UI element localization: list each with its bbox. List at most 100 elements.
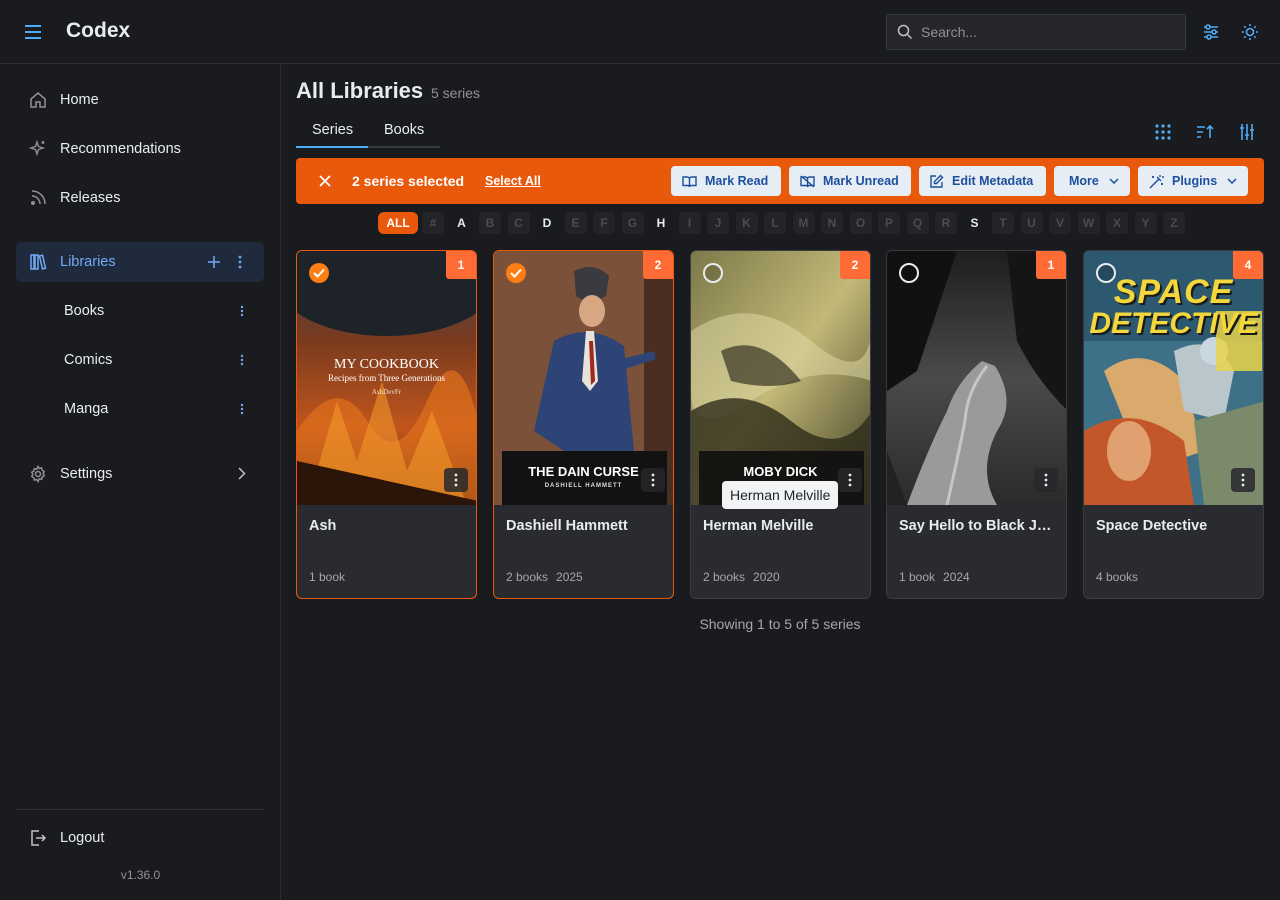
app-title: Codex — [66, 19, 131, 42]
tooltip: Herman Melville — [722, 481, 839, 509]
mark-read-button[interactable]: Mark Read — [671, 166, 781, 196]
home-icon — [28, 90, 48, 110]
series-book-count: 2 books — [506, 570, 549, 584]
alpha-filter-d[interactable]: D — [536, 212, 558, 234]
series-card-dashiell-hammett[interactable]: THE DAIN CURSE DASHIELL HAMMETT 2 Dashie… — [493, 250, 674, 599]
card-menu-icon[interactable] — [444, 468, 468, 492]
sidebar-item-label: Recommendations — [60, 141, 181, 157]
sidebar-item-recommendations[interactable]: Recommendations — [16, 129, 264, 169]
series-title[interactable]: Dashiell Hammett — [506, 518, 663, 534]
series-title[interactable]: Say Hello to Black Jack — [899, 518, 1056, 534]
menu-icon[interactable] — [22, 22, 44, 42]
sidebar-divider — [16, 809, 264, 810]
tab-books[interactable]: Books — [384, 122, 424, 138]
alpha-filter-v: V — [1049, 212, 1071, 234]
alpha-filter-e: E — [564, 212, 587, 234]
series-title[interactable]: Ash — [309, 518, 466, 534]
sidebar-library-books[interactable]: Books — [16, 291, 264, 331]
plugins-label: Plugins — [1172, 174, 1218, 188]
library-menu-icon[interactable] — [234, 399, 250, 419]
alpha-filter-l: L — [764, 212, 786, 234]
alpha-filter-g: G — [621, 212, 644, 234]
sidebar-item-label: Releases — [60, 190, 121, 206]
plugins-button[interactable]: Plugins — [1138, 166, 1248, 196]
selected-check-icon[interactable] — [309, 263, 329, 283]
sort-icon[interactable] — [1194, 121, 1216, 143]
cover-subtitle: Recipes from Three Generations — [327, 373, 446, 383]
page-title: All Libraries — [296, 78, 424, 103]
chevron-down-icon — [1109, 178, 1119, 184]
logout-label: Logout — [60, 830, 105, 846]
app-version: v1.36.0 — [120, 868, 161, 882]
more-button[interactable]: More — [1054, 166, 1130, 196]
gear-icon — [28, 464, 48, 484]
cover-title-line-2: DETECTIVE — [1089, 307, 1258, 340]
series-book-count: 1 book — [309, 570, 346, 584]
libraries-icon — [28, 252, 48, 272]
grid-view-icon[interactable] — [1152, 121, 1174, 143]
series-title[interactable]: Space Detective — [1096, 518, 1253, 534]
alpha-filter-f: F — [593, 212, 615, 234]
sidebar-item-settings[interactable]: Settings — [16, 454, 264, 494]
edit-metadata-button[interactable]: Edit Metadata — [919, 166, 1046, 196]
book-count-badge: 1 — [1036, 251, 1066, 279]
card-menu-icon[interactable] — [1231, 468, 1255, 492]
add-library-icon[interactable] — [206, 254, 222, 270]
filter-sliders-icon[interactable] — [1199, 20, 1223, 44]
mark-unread-label: Mark Unread — [823, 174, 899, 188]
libraries-menu-icon[interactable] — [232, 252, 248, 272]
chevron-down-icon — [1227, 178, 1237, 184]
alpha-filter-s[interactable]: S — [964, 212, 986, 234]
alpha-filter-a[interactable]: A — [451, 212, 473, 234]
more-label: More — [1069, 174, 1099, 188]
card-menu-icon[interactable] — [838, 468, 862, 492]
series-card-herman-melville[interactable]: MOBY DICK 2 Herman Melville 2 books 2020 — [690, 250, 871, 599]
library-menu-icon[interactable] — [234, 350, 250, 370]
logout-button[interactable]: Logout — [16, 818, 264, 858]
sidebar-library-manga[interactable]: Manga — [16, 389, 264, 429]
book-open-icon — [682, 175, 697, 187]
alpha-filter-all[interactable]: ALL — [378, 212, 418, 234]
unselected-check-icon[interactable] — [1096, 263, 1116, 283]
search-input[interactable] — [921, 24, 1161, 40]
alpha-filter-t: T — [992, 212, 1014, 234]
series-title[interactable]: Herman Melville — [703, 518, 860, 534]
series-card-space-detective[interactable]: SPACE DETECTIVE 4 Space Detective 4 book… — [1083, 250, 1264, 599]
pagination-summary: Showing 1 to 5 of 5 series — [699, 616, 861, 632]
card-menu-icon[interactable] — [641, 468, 665, 492]
sidebar-item-releases[interactable]: Releases — [16, 178, 264, 218]
mark-unread-button[interactable]: Mark Unread — [789, 166, 911, 196]
sidebar-item-home[interactable]: Home — [16, 80, 264, 120]
selected-check-icon[interactable] — [506, 263, 526, 283]
alpha-filter-r: R — [935, 212, 957, 234]
series-card-say-hello-to-black-jack[interactable]: 1 Say Hello to Black Jack 1 book 2024 — [886, 250, 1067, 599]
sparkles-icon — [28, 139, 48, 159]
card-menu-icon[interactable] — [1034, 468, 1058, 492]
alpha-filter-hash: # — [422, 212, 444, 234]
tab-series[interactable]: Series — [312, 122, 353, 138]
series-year: 2024 — [943, 570, 970, 584]
alpha-filter-w: W — [1077, 212, 1100, 234]
select-all-link[interactable]: Select All — [485, 174, 541, 188]
sun-icon[interactable] — [1238, 20, 1262, 44]
search-icon — [897, 24, 913, 40]
magic-wand-icon — [1149, 174, 1164, 188]
series-card-ash[interactable]: MY COOKBOOK Recipes from Three Generatio… — [296, 250, 477, 599]
unselected-check-icon[interactable] — [703, 263, 723, 283]
close-icon[interactable] — [316, 172, 334, 190]
series-meta: 4 books — [1096, 570, 1138, 584]
sidebar-item-label: Comics — [64, 352, 113, 368]
alpha-filter-y: Y — [1134, 212, 1157, 234]
search-box[interactable] — [886, 14, 1186, 50]
alpha-filter-h[interactable]: H — [650, 212, 672, 234]
unselected-check-icon[interactable] — [899, 263, 919, 283]
sidebar-item-libraries[interactable]: Libraries — [16, 242, 264, 282]
filter-adjust-icon[interactable] — [1236, 121, 1258, 143]
alpha-filter-c: C — [507, 212, 530, 234]
sidebar-library-comics[interactable]: Comics — [16, 340, 264, 380]
sidebar-item-label: Manga — [64, 401, 109, 417]
alpha-filter-j: J — [707, 212, 729, 234]
cover-title: MY COOKBOOK — [334, 357, 439, 372]
edit-icon — [930, 174, 944, 188]
library-menu-icon[interactable] — [234, 301, 250, 321]
